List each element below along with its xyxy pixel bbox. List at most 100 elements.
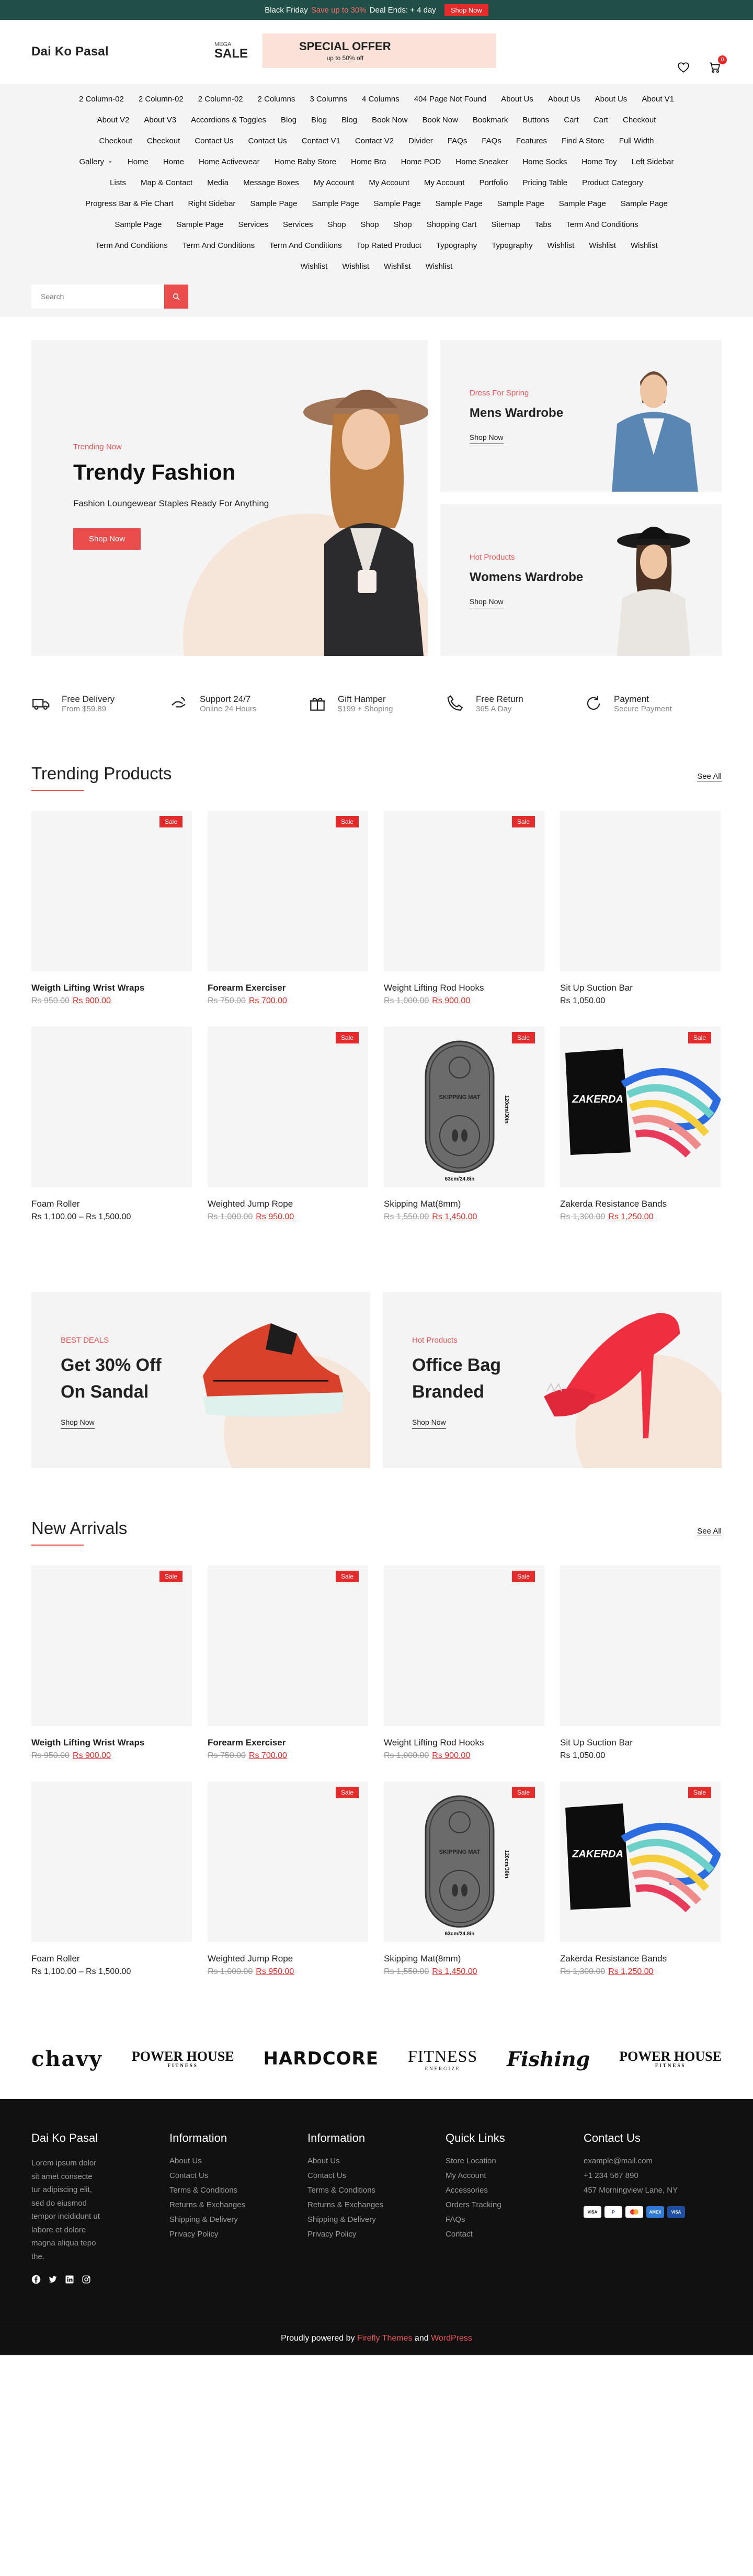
nav-menu-item[interactable]: Home: [128, 152, 149, 173]
product-title[interactable]: Sit Up Suction Bar: [560, 983, 721, 993]
footer-link[interactable]: About Us: [307, 2157, 446, 2165]
footer-link[interactable]: Returns & Exchanges: [169, 2200, 307, 2209]
nav-menu-item[interactable]: Home Sneaker: [455, 152, 508, 173]
nav-menu-item[interactable]: Book Now: [372, 110, 407, 131]
nav-menu-item[interactable]: Contact Us: [248, 131, 287, 152]
nav-menu-item[interactable]: Media: [207, 173, 229, 194]
nav-menu-item[interactable]: Services: [238, 214, 268, 235]
product-card[interactable]: Foam Roller Rs 1,100.00 – Rs 1,500.00: [31, 1781, 192, 1977]
product-image[interactable]: ZAKERDA Sale: [560, 1781, 721, 1942]
nav-menu-item[interactable]: Sample Page: [250, 194, 297, 214]
product-card[interactable]: SKIPPING MAT 120cm/30in 63cm/24.8in Sale Ski…: [384, 1027, 544, 1222]
nav-menu-item[interactable]: Lists: [110, 173, 126, 194]
product-card[interactable]: Sit Up Suction Bar Rs 1,050.00: [560, 1565, 721, 1761]
footer-link[interactable]: Terms & Conditions: [169, 2186, 307, 2195]
product-card[interactable]: Sale Forearm Exerciser Rs 750.00 Rs 700.00: [208, 1565, 368, 1761]
product-image[interactable]: Sale: [208, 811, 368, 971]
womens-card-shop-link[interactable]: Shop Now: [469, 597, 504, 608]
product-image[interactable]: [560, 1565, 721, 1726]
product-image[interactable]: Sale: [31, 811, 192, 971]
nav-menu-item[interactable]: Wishlist: [426, 256, 453, 277]
footer-link[interactable]: Contact Us: [307, 2171, 446, 2180]
product-card[interactable]: Sale Weighted Jump Rope Rs 1,000.00 Rs 950.…: [208, 1027, 368, 1222]
footer-link[interactable]: Returns & Exchanges: [307, 2200, 446, 2209]
nav-menu-item[interactable]: Top Rated Product: [357, 235, 421, 256]
product-title[interactable]: Foam Roller: [31, 1954, 192, 1964]
footer-logo[interactable]: Dai Ko Pasal: [31, 2131, 169, 2145]
footer-link[interactable]: +1 234 567 890: [584, 2171, 722, 2180]
product-title[interactable]: Forearm Exerciser: [208, 983, 368, 993]
product-image[interactable]: SKIPPING MAT 120cm/30in 63cm/24.8in Sale: [384, 1027, 544, 1187]
nav-menu-item[interactable]: My Account: [314, 173, 355, 194]
nav-menu-item[interactable]: Services: [283, 214, 313, 235]
nav-menu-item[interactable]: Wishlist: [547, 235, 575, 256]
product-card[interactable]: Sale Weigth Lifting Wrist Wraps Rs 950.00 R…: [31, 811, 192, 1006]
nav-menu-item[interactable]: 404 Page Not Found: [414, 89, 486, 110]
nav-menu-item[interactable]: My Account: [424, 173, 465, 194]
nav-menu-item[interactable]: About V2: [97, 110, 130, 131]
nav-menu-item[interactable]: About Us: [548, 89, 580, 110]
womens-wardrobe-card[interactable]: Hot Products Womens Wardrobe Shop Now: [440, 504, 722, 656]
nav-menu-item[interactable]: Gallery: [79, 152, 112, 173]
brand-logo-chavy[interactable]: chavy: [31, 2047, 102, 2071]
nav-menu-item[interactable]: FAQs: [482, 131, 501, 152]
footer-link[interactable]: Shipping & Delivery: [169, 2215, 307, 2224]
promo-banner[interactable]: MEGA SALE SPECIAL OFFER up to 50% off: [205, 33, 496, 68]
nav-menu-item[interactable]: Map & Contact: [141, 173, 192, 194]
nav-menu-item[interactable]: Term And Conditions: [269, 235, 341, 256]
nav-menu-item[interactable]: Home Activewear: [199, 152, 260, 173]
mens-wardrobe-card[interactable]: Dress For Spring Mens Wardrobe Shop Now: [440, 340, 722, 492]
nav-menu-item[interactable]: 2 Columns: [258, 89, 295, 110]
product-title[interactable]: Skipping Mat(8mm): [384, 1954, 544, 1964]
nav-menu-item[interactable]: Book Now: [423, 110, 458, 131]
nav-menu-item[interactable]: Right Sidebar: [188, 194, 236, 214]
nav-menu-item[interactable]: 2 Column-02: [79, 89, 124, 110]
product-image[interactable]: Sale: [384, 811, 544, 971]
product-title[interactable]: Zakerda Resistance Bands: [560, 1199, 721, 1209]
product-image[interactable]: [560, 811, 721, 971]
nav-menu-item[interactable]: Sample Page: [436, 194, 483, 214]
product-card[interactable]: Sale Weighted Jump Rope Rs 1,000.00 Rs 950.…: [208, 1781, 368, 1977]
nav-menu-item[interactable]: 4 Columns: [362, 89, 400, 110]
nav-menu-item[interactable]: My Account: [369, 173, 409, 194]
nav-menu-item[interactable]: Shop: [328, 214, 346, 235]
product-image[interactable]: ZAKERDA Sale: [560, 1027, 721, 1187]
nav-menu-item[interactable]: Sample Page: [559, 194, 606, 214]
product-card[interactable]: Sale Forearm Exerciser Rs 750.00 Rs 700.00: [208, 811, 368, 1006]
instagram-icon[interactable]: [82, 2275, 91, 2284]
twitter-icon[interactable]: [48, 2275, 58, 2284]
product-title[interactable]: Weighted Jump Rope: [208, 1199, 368, 1209]
nav-menu-item[interactable]: Portfolio: [479, 173, 508, 194]
product-card[interactable]: Sit Up Suction Bar Rs 1,050.00: [560, 811, 721, 1006]
nav-menu-item[interactable]: Contact Us: [195, 131, 233, 152]
nav-menu-item[interactable]: Bookmark: [473, 110, 508, 131]
product-card[interactable]: Foam Roller Rs 1,100.00 – Rs 1,500.00: [31, 1027, 192, 1222]
brand-logo-fitness[interactable]: FITNESS ENERGIZE: [408, 2047, 477, 2071]
wishlist-icon[interactable]: [677, 61, 690, 76]
cart-icon[interactable]: 0: [708, 55, 727, 76]
nav-menu-item[interactable]: Typography: [436, 235, 477, 256]
footer-link[interactable]: My Account: [446, 2171, 584, 2180]
product-image[interactable]: [31, 1781, 192, 1942]
nav-menu-item[interactable]: Sitemap: [492, 214, 520, 235]
product-title[interactable]: Weighted Jump Rope: [208, 1954, 368, 1964]
footer-link[interactable]: 457 Morningview Lane, NY: [584, 2186, 722, 2195]
product-title[interactable]: Forearm Exerciser: [208, 1738, 368, 1748]
nav-menu-item[interactable]: About V1: [642, 89, 674, 110]
facebook-icon[interactable]: [31, 2275, 41, 2284]
nav-menu-item[interactable]: Accordions & Toggles: [191, 110, 266, 131]
footer-link[interactable]: About Us: [169, 2157, 307, 2165]
footer-link[interactable]: Store Location: [446, 2157, 584, 2165]
arrivals-see-all-link[interactable]: See All: [697, 1527, 722, 1536]
nav-menu-item[interactable]: Wishlist: [589, 235, 616, 256]
product-title[interactable]: Sit Up Suction Bar: [560, 1738, 721, 1748]
product-title[interactable]: Weight Lifting Rod Hooks: [384, 1738, 544, 1748]
brand-logo-power-house[interactable]: POWER HOUSE FITNESS: [132, 2049, 234, 2068]
office-bag-banner[interactable]: Hot Products Office Bag Branded Shop Now: [383, 1292, 722, 1468]
nav-menu-item[interactable]: Shop: [361, 214, 379, 235]
wordpress-credit-link[interactable]: WordPress: [431, 2334, 472, 2343]
nav-menu-item[interactable]: Tabs: [535, 214, 552, 235]
bag-banner-shop-link[interactable]: Shop Now: [412, 1418, 446, 1429]
nav-menu-item[interactable]: Home Toy: [581, 152, 617, 173]
nav-menu-item[interactable]: Checkout: [147, 131, 180, 152]
